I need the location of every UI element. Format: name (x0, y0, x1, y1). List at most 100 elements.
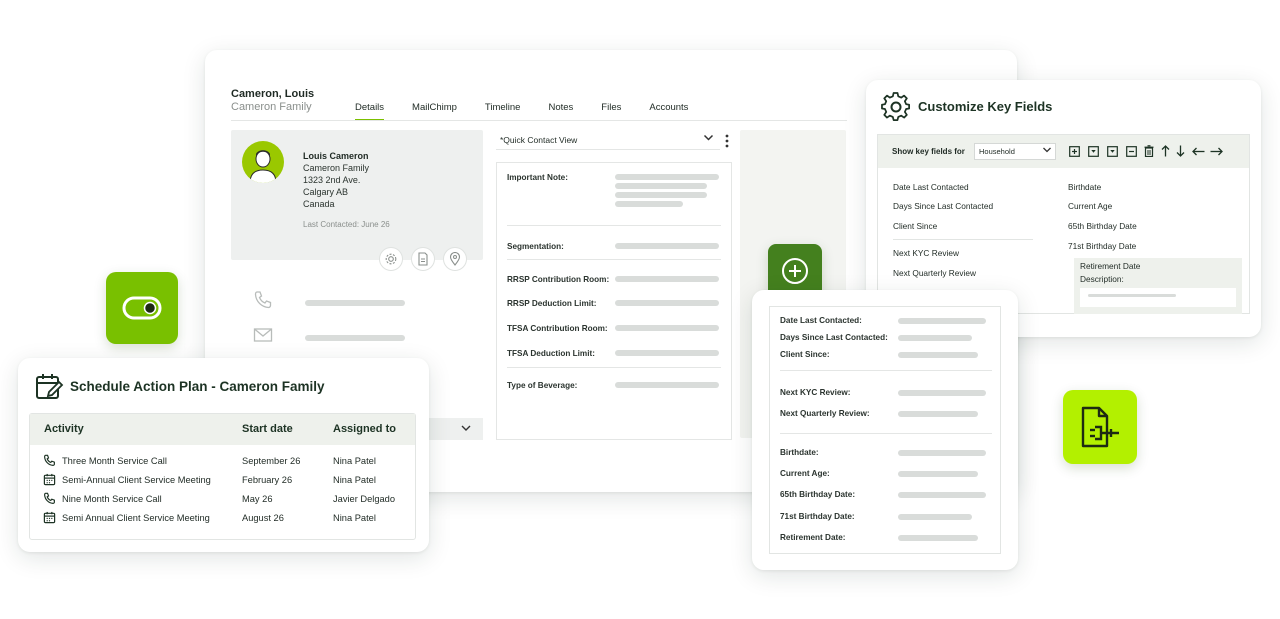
tab-divider (231, 120, 847, 121)
gear-icon[interactable] (379, 247, 403, 271)
phone-icon (253, 290, 273, 315)
tab-notes[interactable]: Notes (548, 102, 573, 121)
profile-country: Canada (303, 199, 335, 209)
assigned-to-header: Assigned to (333, 423, 396, 435)
profile-city: Calgary AB (303, 187, 349, 197)
trash-icon[interactable] (1143, 145, 1155, 157)
note-line-3 (615, 192, 707, 198)
field-option[interactable]: Next KYC Review (893, 248, 959, 258)
key-field-label: Date Last Contacted: (780, 316, 862, 325)
last-contacted: Last Contacted: June 26 (303, 220, 390, 229)
plus-circle-icon (782, 258, 808, 284)
table-row[interactable]: Semi-Annual Client Service Meeting Febru… (30, 473, 415, 491)
customize-title: Customize Key Fields (918, 99, 1053, 114)
key-field-value (898, 535, 978, 541)
quick-contact-view-select[interactable]: *Quick Contact View (496, 130, 720, 150)
tab-files[interactable]: Files (601, 102, 621, 121)
note-line-4 (615, 201, 683, 207)
key-field-value (898, 492, 986, 498)
expand-box-icon[interactable] (1106, 145, 1118, 157)
rrsp-room-value (615, 276, 719, 282)
tfsa-room-value (615, 325, 719, 331)
document-plug-icon (1081, 406, 1119, 448)
key-field-label: 65th Birthday Date: (780, 490, 856, 499)
key-field-value (898, 352, 978, 358)
phone-icon (43, 492, 56, 507)
activity-cell: Three Month Service Call (62, 456, 167, 466)
key-field-value (898, 471, 978, 477)
tab-accounts[interactable]: Accounts (649, 102, 688, 121)
toggle-feature-tile (106, 272, 178, 344)
field-option[interactable]: Date Last Contacted (893, 182, 969, 192)
field-option[interactable]: Next Quarterly Review (893, 268, 976, 278)
profile-panel: Louis Cameron Cameron Family 1323 2nd Av… (231, 130, 483, 271)
key-field-label: Days Since Last Contacted: (780, 333, 888, 342)
start-date-cell: August 26 (242, 513, 284, 523)
field-option[interactable]: 65th Birthday Date (1068, 221, 1137, 231)
phone-value-placeholder (305, 299, 405, 306)
chevron-down-icon (1043, 147, 1051, 153)
rrsp-limit-label: RRSP Deduction Limit: (507, 299, 597, 308)
move-down-box-icon[interactable] (1087, 145, 1099, 157)
more-options-icon[interactable] (725, 134, 729, 153)
arrow-right-icon[interactable] (1209, 145, 1223, 157)
key-fields-card: Date Last Contacted: Days Since Last Con… (752, 290, 1018, 570)
start-date-header: Start date (242, 423, 293, 435)
start-date-cell: February 26 (242, 475, 293, 485)
avatar (242, 141, 284, 183)
tab-timeline[interactable]: Timeline (485, 102, 521, 121)
arrow-up-icon[interactable] (1159, 145, 1171, 157)
add-field-icon[interactable] (1068, 145, 1080, 157)
key-field-label: Current Age: (780, 469, 830, 478)
household-select[interactable]: Household (974, 143, 1056, 160)
field-option[interactable]: Birthdate (1068, 182, 1101, 192)
table-header: Activity Start date Assigned to (30, 414, 415, 445)
table-row[interactable]: Three Month Service Call September 26 Ni… (30, 454, 415, 472)
key-field-label: 71st Birthday Date: (780, 512, 855, 521)
field-option[interactable]: Current Age (1068, 201, 1112, 211)
key-field-value (898, 514, 972, 520)
client-name: Cameron, Louis (231, 88, 315, 100)
key-field-value (898, 411, 978, 417)
divider (507, 225, 721, 226)
calendar-icon (43, 473, 56, 488)
important-note-label: Important Note: (507, 173, 568, 182)
email-row (253, 327, 405, 348)
assigned-cell: Javier Delgado (333, 494, 396, 504)
location-pin-icon[interactable] (443, 247, 467, 271)
arrow-down-icon[interactable] (1174, 145, 1186, 157)
assigned-cell: Nina Patel (333, 513, 376, 523)
divider (507, 367, 721, 368)
key-field-value (898, 318, 986, 324)
document-icon[interactable] (411, 247, 435, 271)
gear-icon (881, 92, 911, 127)
collapsed-section[interactable] (420, 418, 483, 440)
description-label: Description: (1080, 274, 1124, 284)
beverage-label: Type of Beverage: (507, 381, 578, 390)
tab-details[interactable]: Details (355, 102, 385, 121)
field-option[interactable]: 71st Birthday Date (1068, 241, 1136, 251)
selected-field-editor[interactable]: Retirement Date Description: (1074, 258, 1242, 314)
profile-address: 1323 2nd Ave. (303, 175, 361, 185)
activity-cell: Semi Annual Client Service Meeting (62, 513, 210, 523)
table-row[interactable]: Nine Month Service Call May 26 Javier De… (30, 492, 415, 510)
household-select-value: Household (979, 147, 1015, 156)
table-row[interactable]: Semi Annual Client Service Meeting Augus… (30, 511, 415, 529)
chevron-down-icon (461, 425, 471, 431)
tab-mailchimp[interactable]: MailChimp (412, 102, 457, 121)
key-field-value (898, 450, 986, 456)
client-family: Cameron Family (231, 101, 312, 113)
schedule-title: Schedule Action Plan - Cameron Family (70, 379, 325, 394)
calendar-icon (43, 511, 56, 526)
field-option[interactable]: Days Since Last Contacted (893, 201, 993, 211)
arrow-left-icon[interactable] (1191, 145, 1205, 157)
remove-field-icon[interactable] (1125, 145, 1137, 157)
key-field-label: Client Since: (780, 350, 830, 359)
divider (507, 259, 721, 260)
description-input[interactable] (1080, 288, 1236, 307)
note-line-1 (615, 174, 719, 180)
rrsp-limit-value (615, 300, 719, 306)
field-option[interactable]: Client Since (893, 221, 937, 231)
key-field-label: Retirement Date: (780, 533, 846, 542)
divider (893, 239, 1033, 240)
